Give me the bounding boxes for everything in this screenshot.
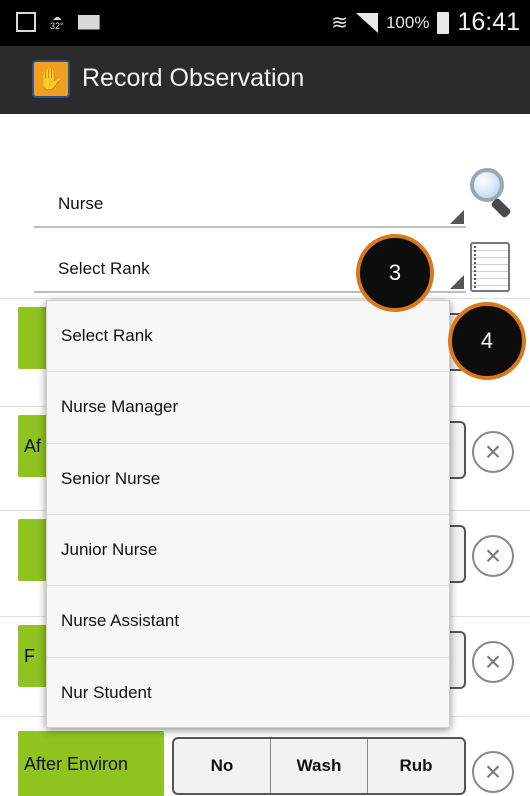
segment-option-rub[interactable]: Rub: [368, 739, 464, 793]
status-bar-right: ≋ 100% 16:41: [331, 8, 520, 37]
spinner-arrow-icon: [450, 210, 464, 224]
battery-icon: [437, 11, 450, 34]
notebook-icon[interactable]: [470, 242, 510, 292]
role-spinner-value: Nurse: [58, 194, 104, 213]
gallery-icon: [16, 12, 36, 32]
close-circle-icon[interactable]: ×: [472, 751, 514, 793]
dropdown-item[interactable]: Select Rank: [47, 301, 449, 373]
weather-icon: ☁ 32°: [50, 12, 64, 31]
close-circle-icon[interactable]: ×: [472, 641, 514, 683]
action-bar: ✋ Record Observation: [0, 46, 530, 114]
temperature-label: 32°: [50, 21, 64, 31]
page-title: Record Observation: [82, 64, 305, 92]
status-bar-left: ☁ 32°: [16, 12, 100, 32]
dropdown-item[interactable]: Nur Student: [47, 658, 449, 729]
dropdown-item[interactable]: Senior Nurse: [47, 444, 449, 515]
signal-icon: [355, 12, 378, 33]
close-circle-icon[interactable]: ×: [472, 431, 514, 473]
role-spinner[interactable]: Nurse: [34, 180, 466, 228]
dropdown-item[interactable]: Nurse Manager: [47, 372, 449, 444]
rank-spinner-value: Select Rank: [58, 259, 150, 278]
wifi-icon: ≋: [331, 12, 348, 34]
search-button[interactable]: [466, 168, 514, 220]
search-icon: [470, 168, 504, 202]
battery-percent: 100%: [385, 12, 430, 32]
segment-option-no[interactable]: No: [174, 739, 271, 793]
close-circle-icon[interactable]: ×: [472, 535, 514, 577]
hand-wash-icon[interactable]: ✋: [32, 60, 70, 98]
action-segments: No Wash Rub: [172, 737, 466, 795]
moment-label[interactable]: After Environ: [18, 731, 164, 796]
spinner-arrow-icon: [450, 275, 464, 289]
search-icon-handle: [490, 197, 512, 219]
mail-icon: [77, 14, 100, 30]
dropdown-item[interactable]: Junior Nurse: [47, 515, 449, 587]
annotation-badge-4: 4: [448, 302, 526, 380]
clock: 16:41: [457, 8, 520, 36]
annotation-badge-3: 3: [356, 234, 434, 312]
dropdown-item[interactable]: Nurse Assistant: [47, 586, 449, 658]
rank-dropdown: Select Rank Nurse Manager Senior Nurse J…: [46, 300, 450, 728]
segment-option-wash[interactable]: Wash: [271, 739, 368, 793]
status-bar: ☁ 32° ≋ 100% 16:41: [0, 0, 530, 46]
